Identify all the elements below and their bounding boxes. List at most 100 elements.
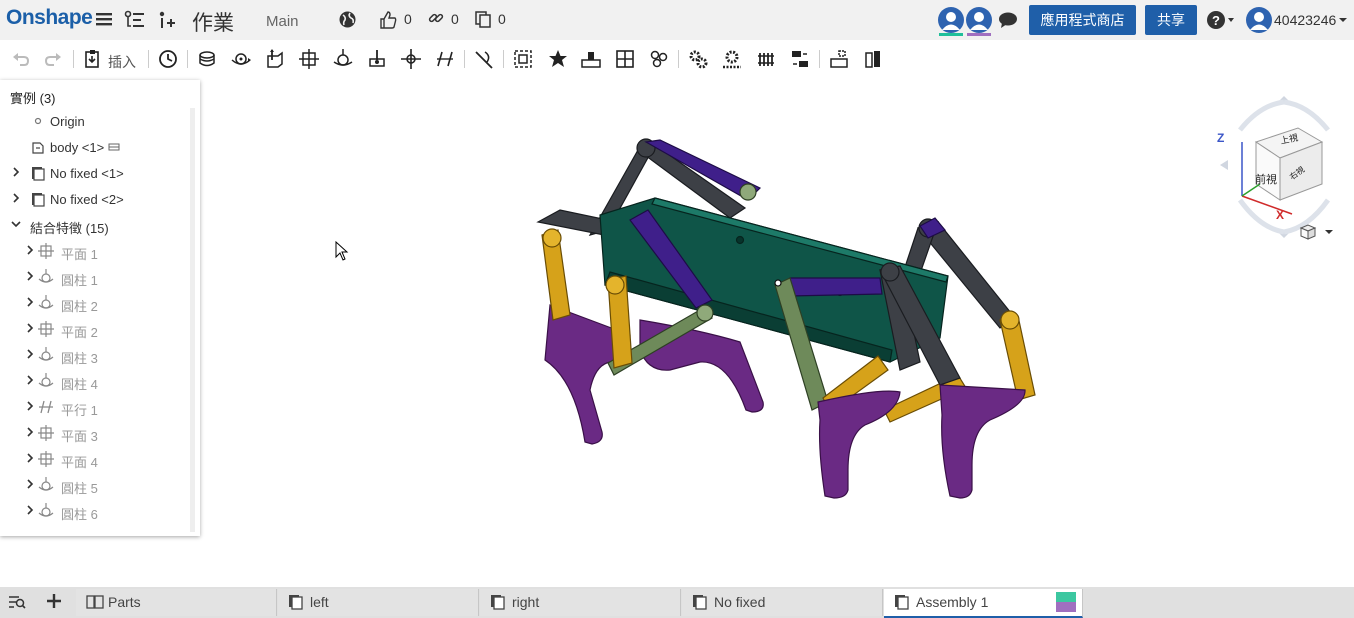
instance-row[interactable]: 結合特徵 (15) [0,212,190,238]
tab-manager-icon[interactable] [8,594,26,615]
tab-right[interactable]: right [480,589,681,616]
app-store-button[interactable]: 應用程式商店 [1029,5,1136,35]
axis-x-label: X [1276,208,1284,222]
planar-mate-icon[interactable] [298,48,320,70]
panel-scrollbar[interactable] [190,108,195,532]
instance-row[interactable]: 圓柱 6 [0,498,190,524]
add-feature-icon[interactable] [156,10,176,35]
redo-icon[interactable] [42,48,64,70]
insert-icon[interactable] [82,48,104,70]
chevron-right-icon[interactable] [24,478,34,490]
assembly-model[interactable]: 上視 前視 右視 Z X [200,80,1354,586]
svg-text:?: ? [1212,13,1220,28]
fastened-mate-icon[interactable] [196,48,218,70]
graphics-viewport[interactable]: 上視 前視 右視 Z X [200,80,1354,586]
tab-assembly-1[interactable]: Assembly 1 [884,589,1083,618]
help-icon[interactable]: ? [1206,10,1236,35]
chevron-right-icon[interactable] [24,452,34,464]
chevron-down-icon[interactable] [1338,10,1348,35]
tab-left[interactable]: left [278,589,479,616]
cylindrical-mate-icon [38,347,54,363]
parallel-mate-icon[interactable] [434,48,456,70]
pin-slot-mate-icon[interactable] [366,48,388,70]
cylindrical-mate-icon[interactable] [332,48,354,70]
add-tab-icon[interactable] [46,593,62,614]
ball-mate-icon[interactable] [400,48,422,70]
assembly-icon [30,165,46,181]
instance-row[interactable]: body <1> [0,134,190,160]
chevron-right-icon[interactable] [10,166,20,178]
hamburger-menu-icon[interactable] [95,10,113,33]
instance-row[interactable]: 平面 1 [0,238,190,264]
instance-row[interactable]: 圓柱 1 [0,264,190,290]
view-options-cube-icon[interactable] [1299,224,1333,240]
tangent-mate-icon[interactable] [473,48,495,70]
tab-parts[interactable]: Parts [76,589,277,616]
collaborator-avatar[interactable] [938,7,964,33]
screw-relation-icon[interactable] [755,48,777,70]
instance-row[interactable]: No fixed <2> [0,186,190,212]
instance-row[interactable]: 圓柱 4 [0,368,190,394]
chevron-right-icon[interactable] [24,322,34,334]
tab-no-fixed[interactable]: No fixed [682,589,883,616]
rack-pinion-icon[interactable] [721,48,743,70]
instance-row[interactable]: 圓柱 2 [0,290,190,316]
chevron-right-icon[interactable] [24,426,34,438]
instance-row[interactable]: 圓柱 5 [0,472,190,498]
origin-icon [30,113,46,129]
toolbar-separator [73,50,74,68]
chevron-right-icon[interactable] [24,374,34,386]
comments-icon[interactable] [998,11,1018,34]
instance-row[interactable]: 平面 3 [0,420,190,446]
replicate-icon[interactable] [580,48,602,70]
share-button[interactable]: 共享 [1145,5,1197,35]
link-icon[interactable] [428,10,444,31]
collaborator-avatar[interactable] [966,7,992,33]
instance-row[interactable]: 平行 1 [0,394,190,420]
like-icon[interactable] [378,10,398,35]
view-cube[interactable] [1220,96,1354,238]
chevron-right-icon[interactable] [24,270,34,282]
insert-button[interactable]: 插入 [108,52,136,72]
group-icon[interactable] [512,48,534,70]
assembly-icon [692,594,708,610]
linear-pattern-icon[interactable] [614,48,636,70]
chevron-right-icon[interactable] [24,400,34,412]
globe-icon[interactable] [338,10,357,34]
gear-relation-icon[interactable] [687,48,709,70]
copy-icon[interactable] [474,10,492,33]
chevron-down-icon[interactable] [10,218,21,230]
revolute-mate-icon[interactable] [230,48,252,70]
chevron-right-icon[interactable] [24,244,34,256]
instance-row[interactable]: 平面 2 [0,316,190,342]
part-appearance-icon[interactable] [106,139,122,155]
chevron-right-icon[interactable] [24,348,34,360]
branch-name[interactable]: Main [266,13,299,30]
mate-connector-marker[interactable] [774,279,782,287]
chevron-right-icon[interactable] [24,296,34,308]
section-icon[interactable] [862,48,884,70]
feature-list-icon[interactable] [124,10,146,35]
instance-row[interactable]: Origin [0,108,190,134]
tab-label: Parts [108,594,141,610]
instance-row[interactable]: 圓柱 3 [0,342,190,368]
collaborator-color-indicator [1056,592,1076,602]
onshape-logo[interactable]: Onshape [6,6,93,30]
instance-label: 平行 1 [61,403,98,418]
chevron-right-icon[interactable] [24,504,34,516]
instance-row[interactable]: 平面 4 [0,446,190,472]
user-menu[interactable]: 40423246 [1274,12,1336,28]
linear-relation-icon[interactable] [789,48,811,70]
instance-row[interactable]: No fixed <1> [0,160,190,186]
chevron-right-icon[interactable] [10,192,20,204]
slider-mate-icon[interactable] [264,48,286,70]
user-avatar[interactable] [1246,7,1272,33]
history-icon[interactable] [157,48,179,70]
explode-icon[interactable] [828,48,850,70]
collaborator-color-indicator [1056,602,1076,612]
circular-pattern-icon[interactable] [648,48,670,70]
undo-icon[interactable] [10,48,32,70]
assembly-icon [894,594,910,610]
mate-connector-icon[interactable] [547,48,569,70]
document-title[interactable]: 作業 [192,7,234,37]
